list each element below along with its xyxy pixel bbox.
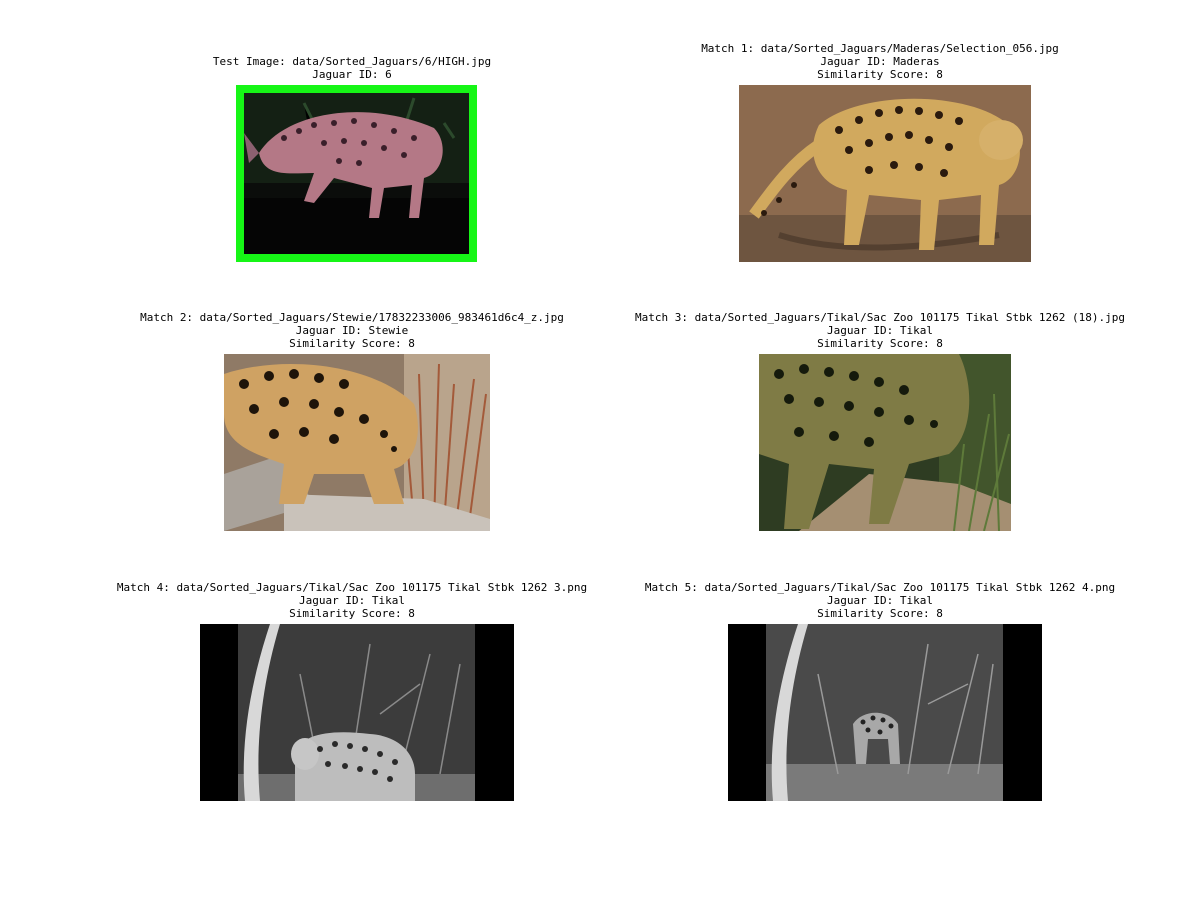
caption-line: Similarity Score: 8 xyxy=(817,337,943,350)
caption-line: Jaguar ID: Stewie xyxy=(295,324,409,337)
match-4-image xyxy=(200,624,514,801)
caption-line: Match 5: data/Sorted_Jaguars/Tikal/Sac Z… xyxy=(644,581,1116,594)
test-image xyxy=(236,85,477,262)
match-4-caption: Match 4: data/Sorted_Jaguars/Tikal/Sac Z… xyxy=(117,581,587,620)
match-3-image xyxy=(759,354,1011,531)
caption-line: Jaguar ID: 6 xyxy=(312,68,392,81)
caption-line: Jaguar ID: Tikal xyxy=(827,594,933,607)
caption-line: Match 3: data/Sorted_Jaguars/Tikal/Sac Z… xyxy=(634,311,1126,324)
caption-line: Similarity Score: 8 xyxy=(817,68,943,81)
caption-line: Match 4: data/Sorted_Jaguars/Tikal/Sac Z… xyxy=(116,581,588,594)
caption-line: Similarity Score: 8 xyxy=(289,607,415,620)
caption-line: Jaguar ID: Tikal xyxy=(299,594,405,607)
match-5-caption: Match 5: data/Sorted_Jaguars/Tikal/Sac Z… xyxy=(645,581,1115,620)
caption-line: Jaguar ID: Tikal xyxy=(827,324,933,337)
caption-line: Similarity Score: 8 xyxy=(817,607,943,620)
match-2-caption: Match 2: data/Sorted_Jaguars/Stewie/1783… xyxy=(140,311,564,350)
caption-line: Similarity Score: 8 xyxy=(289,337,415,350)
match-1-image xyxy=(739,85,1031,262)
test-image-caption: Test Image: data/Sorted_Jaguars/6/HIGH.j… xyxy=(213,55,491,81)
caption-line: Jaguar ID: Maderas xyxy=(820,55,940,68)
match-3-caption: Match 3: data/Sorted_Jaguars/Tikal/Sac Z… xyxy=(635,311,1125,350)
match-2-image xyxy=(224,354,490,531)
match-5-image xyxy=(728,624,1042,801)
caption-line: Match 2: data/Sorted_Jaguars/Stewie/1783… xyxy=(140,311,564,324)
match-1-caption: Match 1: data/Sorted_Jaguars/Maderas/Sel… xyxy=(701,42,1059,81)
caption-line: Test Image: data/Sorted_Jaguars/6/HIGH.j… xyxy=(212,55,492,68)
caption-line: Match 1: data/Sorted_Jaguars/Maderas/Sel… xyxy=(701,42,1059,55)
